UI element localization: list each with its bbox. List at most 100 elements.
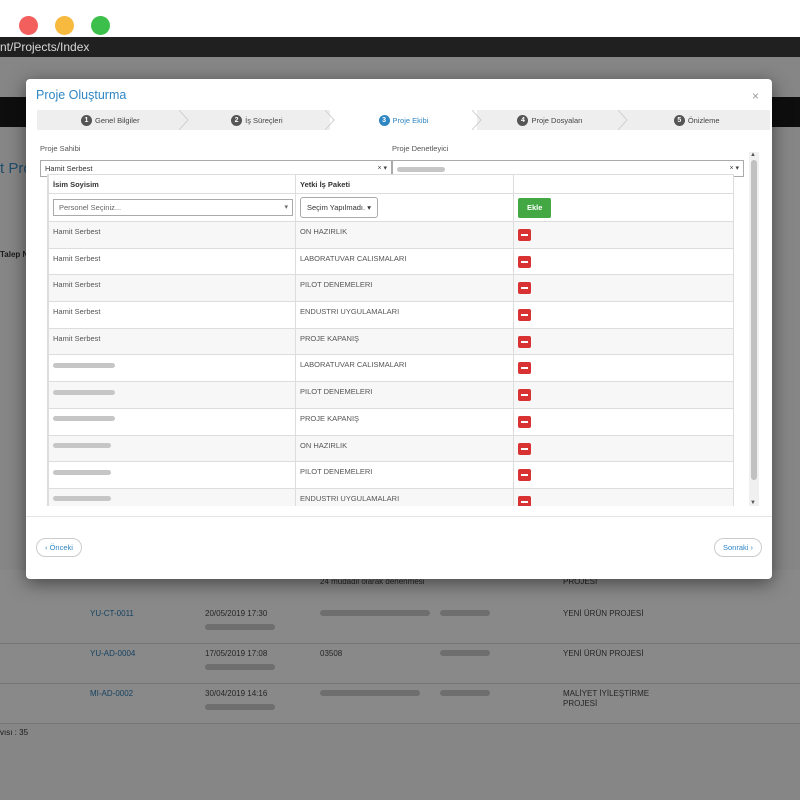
member-action-cell [513,407,734,436]
step-label: Genel Bilgiler [94,115,140,125]
remove-member-button[interactable] [518,335,531,348]
package-placeholder: Seçim Yapılmadı. [307,203,366,212]
step-label: İş Süreçleri [245,115,283,125]
person-placeholder: Personel Seçiniz... [59,203,122,212]
member-package-cell: ON HAZIRLIK [295,434,514,463]
member-name: Hamit Serbest [53,333,101,343]
member-name-cell: Hamit Serbest [48,247,296,276]
member-name-blurred [53,469,111,475]
member-package: ENDUSTRI UYGULAMALARI [300,307,400,317]
member-package: LABORATUVAR CALISMALARI [300,360,407,370]
step-label: Proje Ekibi [392,115,429,125]
package-select[interactable]: Seçim Yapılmadı. ▾ [300,197,378,218]
modal-title: Proje Oluşturma [36,88,127,102]
remove-member-button[interactable] [518,362,531,375]
member-package: ON HAZIRLIK [300,440,348,450]
step-number: 2 [231,114,243,126]
member-name-cell: Hamit Serbest [48,327,296,356]
team-member-row: Hamit Serbest PROJE KAPANIŞ [48,327,734,356]
member-name: Hamit Serbest [53,307,101,317]
member-package-cell: ENDUSTRI UYGULAMALARI [295,301,514,329]
member-package-cell: PROJE KAPANIŞ [295,407,514,436]
step-number: 5 [673,114,685,126]
member-name-cell: Hamit Serbest [48,301,296,329]
chevron-right-icon [471,110,482,130]
window-titlebar [0,0,800,37]
column-header-name: İsim Soyisim [48,174,296,194]
scroll-down-icon[interactable]: ▼ [750,500,756,506]
team-member-row: Hamit Serbest PILOT DENEMELERI [48,274,734,303]
member-package-cell: PILOT DENEMELERI [295,274,514,303]
previous-button[interactable]: ‹ Önceki [36,538,82,557]
member-package: PILOT DENEMELERI [300,280,373,290]
project-create-modal: Proje Oluşturma × 1 Genel Bilgiler 2 İş … [26,79,772,579]
step-project-files[interactable]: 4 Proje Dosyaları [477,110,629,130]
member-package-cell: PROJE KAPANIŞ [295,327,514,356]
remove-member-button[interactable] [518,415,531,428]
maximize-window-button[interactable] [91,16,110,35]
remove-member-button[interactable] [518,309,531,322]
remove-member-button[interactable] [518,282,531,295]
remove-member-button[interactable] [518,229,531,241]
member-action-cell [513,354,734,383]
owner-label: Proje Sahibi [40,144,81,153]
footer-divider [26,516,772,517]
member-package-cell: PILOT DENEMELERI [295,381,514,409]
member-name-cell: Hamit Serbest [48,221,296,249]
team-member-row: PROJE KAPANIŞ [48,407,734,436]
member-package: PILOT DENEMELERI [300,467,373,477]
member-action-cell [513,327,734,356]
owner-value: Hamit Serbest [45,164,93,173]
member-package-cell: LABORATUVAR CALISMALARI [295,354,514,383]
member-name-blurred [53,416,115,422]
person-select[interactable]: Personel Seçiniz... ▾ [53,199,293,216]
scroll-up-icon[interactable]: ▲ [750,152,756,158]
add-cell: Ekle [513,193,734,222]
member-package: PILOT DENEMELERI [300,387,373,397]
step-label: Önizleme [687,115,720,125]
package-cell: Seçim Yapılmadı. ▾ [295,193,514,222]
member-action-cell [513,301,734,329]
minimize-window-button[interactable] [55,16,74,35]
close-window-button[interactable] [19,16,38,35]
step-general-info[interactable]: 1 Genel Bilgiler [37,110,189,130]
scrollbar[interactable]: ▲ ▼ [749,152,759,506]
remove-member-button[interactable] [518,389,531,402]
step-project-team[interactable]: 3 Proje Ekibi [330,110,482,130]
column-header-actions [513,174,734,194]
scroll-thumb[interactable] [751,160,757,480]
address-bar[interactable]: nt/Projects/Index [0,37,800,57]
step-work-processes[interactable]: 2 İş Süreçleri [184,110,335,130]
member-name-blurred [53,496,111,502]
close-icon[interactable]: × [752,89,759,103]
team-member-row: PILOT DENEMELERI [48,461,734,489]
remove-member-button[interactable] [518,495,531,506]
member-package: PROJE KAPANIŞ [300,333,360,343]
member-package-cell: LABORATUVAR CALISMALARI [295,247,514,276]
remove-member-button[interactable] [518,255,531,268]
member-package-cell: ON HAZIRLIK [295,221,514,249]
member-package: LABORATUVAR CALISMALARI [300,253,407,263]
member-package-cell: PILOT DENEMELERI [295,461,514,489]
next-button[interactable]: Sonraki › [713,538,762,557]
member-name-blurred [53,362,115,368]
member-action-cell [513,274,734,303]
team-table: İsim Soyisim Yetki İş Paketi Personel Se… [48,174,734,506]
chevron-right-icon [618,110,629,130]
member-name-blurred [53,389,115,395]
team-member-row: Hamit Serbest ON HAZIRLIK [48,221,734,249]
person-cell: Personel Seçiniz... ▾ [48,193,296,222]
step-preview[interactable]: 5 Önizleme [623,110,770,130]
wizard-steps: 1 Genel Bilgiler 2 İş Süreçleri 3 Proje … [37,110,770,130]
remove-member-button[interactable] [518,469,531,482]
column-header-package: Yetki İş Paketi [295,174,514,194]
member-name-cell [48,487,296,506]
member-name-cell [48,461,296,489]
step-label: Proje Dosyaları [531,115,583,125]
add-member-button[interactable]: Ekle [518,197,552,218]
member-name: Hamit Serbest [53,253,101,263]
supervisor-value-blurred [397,166,445,172]
member-action-cell [513,381,734,409]
remove-member-button[interactable] [518,442,531,455]
member-name-cell [48,434,296,463]
